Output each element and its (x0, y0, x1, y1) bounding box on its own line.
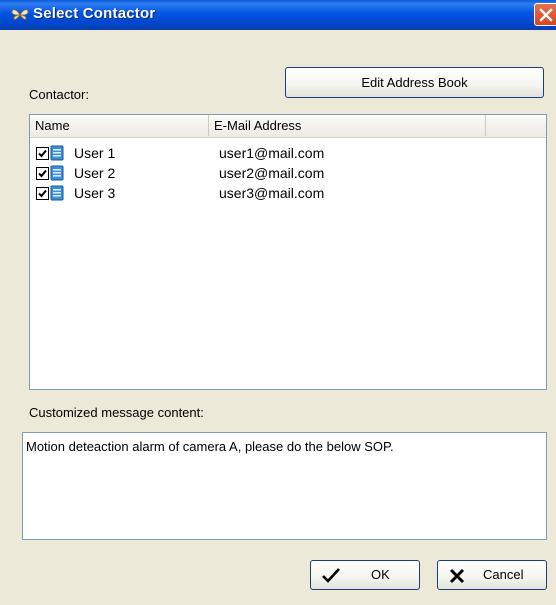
list-item[interactable]: User 3 user3@mail.com (30, 183, 546, 203)
contact-card-icon (50, 145, 64, 161)
message-label: Customized message content: (29, 405, 204, 420)
column-header-name[interactable]: Name (30, 115, 209, 136)
contact-name: User 3 (74, 185, 116, 201)
list-header: Name E-Mail Address (30, 115, 546, 138)
check-icon (38, 169, 47, 178)
cancel-button[interactable]: Cancel (437, 560, 547, 590)
close-button[interactable] (534, 3, 556, 26)
check-icon (38, 149, 47, 158)
cancel-label: Cancel (483, 567, 524, 582)
x-icon (449, 568, 465, 584)
ok-label: OK (371, 567, 390, 582)
contact-name: User 2 (74, 165, 116, 181)
contactor-list[interactable]: Name E-Mail Address User 1 user1@mail.co… (29, 114, 547, 390)
ok-button[interactable]: OK (310, 560, 420, 590)
column-header-email[interactable]: E-Mail Address (209, 115, 486, 136)
contact-email: user3@mail.com (219, 185, 325, 201)
close-icon (539, 8, 553, 22)
window-title: Select Contactor (33, 5, 156, 22)
contact-email: user2@mail.com (219, 165, 325, 181)
contact-card-icon (50, 185, 64, 201)
select-contactor-dialog: Select Contactor Contactor: Edit Address… (0, 0, 556, 605)
title-bar[interactable]: Select Contactor (0, 0, 556, 30)
checkbox[interactable] (36, 167, 49, 180)
checkmark-icon (322, 568, 340, 583)
list-item[interactable]: User 1 user1@mail.com (30, 143, 546, 163)
butterfly-icon (11, 9, 29, 20)
contactor-label: Contactor: (29, 87, 89, 102)
message-textarea[interactable]: Motion deteaction alarm of camera A, ple… (22, 432, 547, 540)
list-item[interactable]: User 2 user2@mail.com (30, 163, 546, 183)
check-icon (38, 189, 47, 198)
contact-name: User 1 (74, 145, 116, 161)
checkbox[interactable] (36, 187, 49, 200)
checkbox[interactable] (36, 147, 49, 160)
contact-email: user1@mail.com (219, 145, 325, 161)
contact-card-icon (50, 165, 64, 181)
edit-address-book-button[interactable]: Edit Address Book (285, 67, 544, 98)
